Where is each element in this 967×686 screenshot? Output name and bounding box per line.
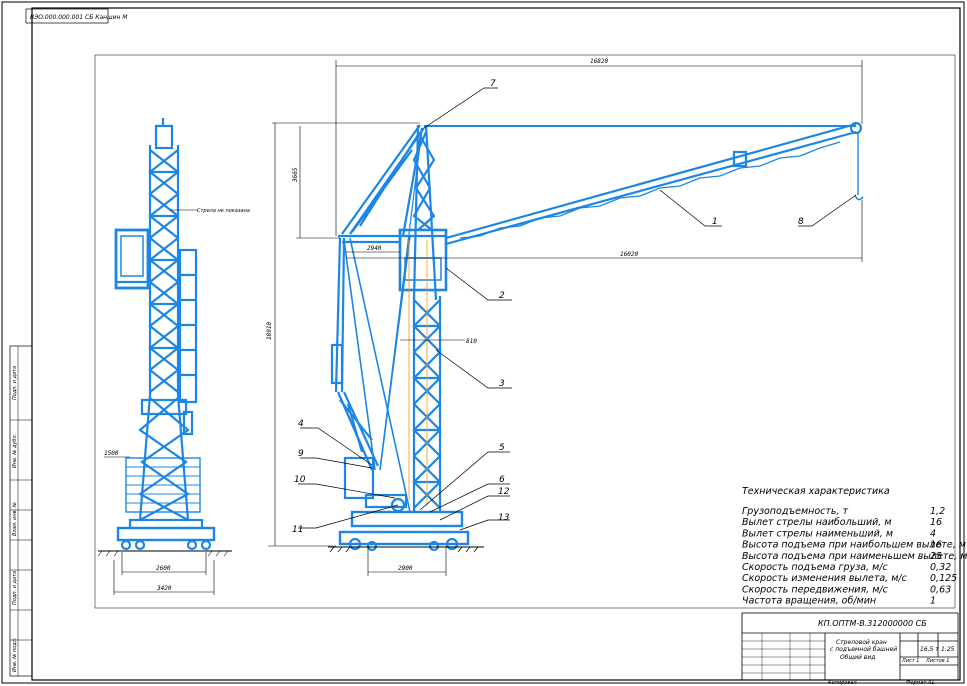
spec-label: Частота вращения, об/мин	[742, 596, 876, 607]
dim-offset-small: 2940	[367, 245, 382, 252]
callout-6: 6	[499, 475, 505, 485]
doc-format: Формат A1	[906, 680, 934, 686]
spec-value: 25	[930, 551, 942, 562]
front-view	[114, 118, 216, 551]
doc-scale: 1:25	[941, 646, 955, 653]
spec-title: Техническая характеристика	[742, 486, 890, 497]
dim-total-height: 18910	[266, 322, 273, 340]
spec-value: 16	[930, 517, 942, 528]
callout-9: 9	[298, 449, 304, 459]
dim-span-top: 16820	[590, 58, 608, 65]
callout-13: 13	[498, 513, 510, 523]
doc-sheets: Листов 1	[925, 658, 949, 664]
spec-value: 0,63	[930, 584, 951, 595]
spec-label: Вылет стрелы наименьший, м	[742, 528, 893, 539]
callout-10: 10	[294, 475, 306, 485]
spec-value: 0,125	[930, 573, 957, 584]
svg-text:Взам. инв. №: Взам. инв. №	[12, 502, 18, 536]
svg-text:Инв. № дубл.: Инв. № дубл.	[12, 434, 18, 468]
dim-boom-reach: 16020	[620, 251, 638, 258]
callout-8: 8	[798, 217, 804, 227]
crane-drawing: ВЭО.000.000.001 СБ Каншин М Подп. и дата…	[1, 1, 967, 686]
doc-name-3: Общий вид	[840, 654, 875, 661]
callout-7: 7	[490, 79, 496, 89]
callout-11: 11	[292, 525, 303, 535]
dim-track-gauge: 2900	[398, 565, 413, 572]
doc-copied: Копировал	[828, 680, 857, 686]
svg-text:Подп. и дата: Подп. и дата	[12, 571, 18, 605]
doc-mass: 16,5 т	[920, 646, 939, 653]
dim-front-base: 3420	[156, 585, 172, 592]
callout-2: 2	[499, 291, 505, 301]
spec-value: 0,32	[930, 562, 951, 573]
callout-5: 5	[499, 443, 505, 453]
callout-1: 1	[712, 217, 718, 227]
dim-front-width: 2600	[156, 565, 171, 572]
dim-front-platform: 1500	[104, 450, 119, 457]
callout-12: 12	[498, 487, 510, 497]
callout-3: 3	[499, 379, 505, 389]
specifications: Техническая характеристика Грузоподъемно…	[742, 486, 967, 607]
spec-label: Скорость передвижения, м/с	[742, 584, 889, 595]
spec-value: 4	[930, 528, 936, 539]
front-note: Стрела не показана	[197, 208, 250, 214]
callout-4: 4	[298, 419, 304, 429]
spec-value: 1,2	[930, 506, 945, 517]
svg-text:Инв. № подл.: Инв. № подл.	[12, 638, 18, 673]
dim-height-vert: 3665	[292, 167, 299, 183]
dim-mast-width: 810	[466, 338, 477, 345]
side-stamp: Подп. и дата Инв. № дубл. Взам. инв. № П…	[9, 345, 33, 677]
doc-sheet: Лист 1	[901, 658, 919, 664]
doc-name-2: с подъемной башней	[830, 646, 897, 653]
spec-label: Скорость изменения вылета, м/с	[742, 573, 908, 584]
doc-code: КП.ОПТМ-В.312000000 СБ	[818, 619, 927, 628]
doc-name-1: Стреловой кран	[836, 639, 887, 646]
spec-label: Грузоподъемность, т	[742, 506, 849, 517]
spec-label: Вылет стрелы наибольший, м	[742, 517, 892, 528]
spec-value: 1	[930, 596, 936, 607]
drawing-stamp: ВЭО.000.000.001 СБ Каншин М	[30, 14, 128, 21]
svg-text:Подп. и дата: Подп. и дата	[12, 366, 18, 400]
spec-label: Скорость подъема груза, м/с	[742, 562, 888, 573]
spec-value: 16	[930, 540, 942, 551]
